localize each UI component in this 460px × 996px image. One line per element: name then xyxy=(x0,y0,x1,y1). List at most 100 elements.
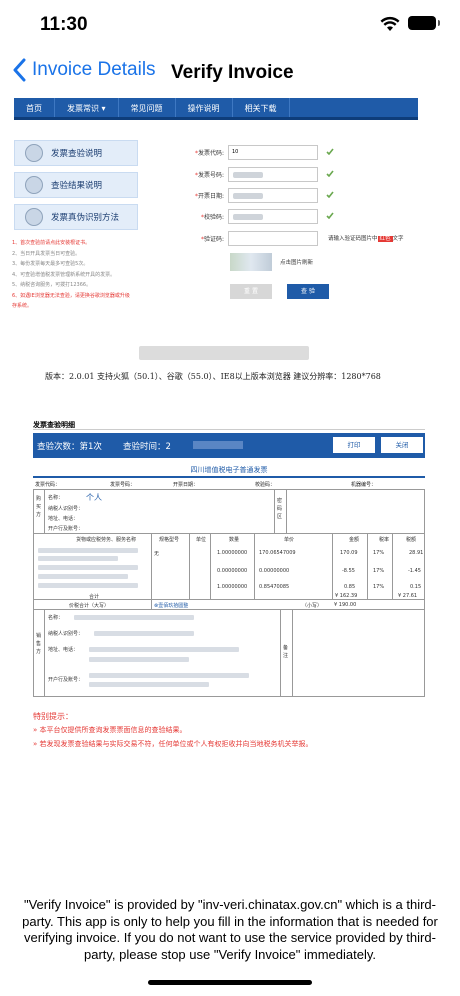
captcha-hint: 请输入验证码图片中 红色 文字 xyxy=(328,236,404,242)
invoice-header-bar: 查验次数：第1次 查验时间：2 打印 关闭 xyxy=(33,433,425,458)
row2-price: 0.00000000 xyxy=(259,568,290,574)
invoice-number-row: *发票号码: xyxy=(172,166,336,182)
print-button[interactable]: 打印 xyxy=(333,437,375,453)
special-tip-item: » 若发现发票查验结果与实际交易不符，任何单位或个人有权拒收并向当地税务机关举报… xyxy=(33,740,313,748)
meta-check: 校验码： xyxy=(255,482,276,488)
menu-downloads[interactable]: 相关下载 xyxy=(233,98,290,117)
row3-rate: 17% xyxy=(373,584,385,590)
row2-qty: 0.00000000 xyxy=(217,568,248,574)
row2-amount: -8.55 xyxy=(342,568,355,574)
check-mark-icon xyxy=(326,148,336,157)
menu-faq[interactable]: 常见问题 xyxy=(119,98,176,117)
invoice-date-label: 开票日期: xyxy=(197,192,224,200)
site-menu: 首页 发票常识 ▾ 常见问题 操作说明 相关下载 xyxy=(14,98,418,120)
sum-value: ¥ 190.00 xyxy=(334,602,357,608)
battery-icon xyxy=(408,16,440,30)
invoice-code-label: 发票代码: xyxy=(197,149,224,157)
check-mark-icon xyxy=(326,170,336,179)
page-title: Verify Invoice xyxy=(171,62,294,83)
verify-webpage: 首页 发票常识 ▾ 常见问题 操作说明 相关下载 发票查验说明 查验结果说明 发… xyxy=(12,96,442,396)
meta-date: 开票日期： xyxy=(173,482,199,488)
captcha-input[interactable] xyxy=(228,230,318,246)
back-button[interactable]: Invoice Details xyxy=(12,58,156,82)
captcha-refresh-tip[interactable]: 点击图片刷新 xyxy=(280,258,313,266)
row1-qty: 1.00000000 xyxy=(217,550,248,556)
check-code-row: *校验码: xyxy=(172,208,336,224)
invoice-number-label: 发票号码: xyxy=(197,171,224,179)
seller-side-label: 销售方 xyxy=(36,633,42,655)
menu-instructions[interactable]: 操作说明 xyxy=(176,98,233,117)
magnifier-icon xyxy=(25,144,43,162)
meta-machine: 机器编号： xyxy=(351,482,377,488)
captcha-image[interactable] xyxy=(230,253,272,271)
authenticity-guide-button[interactable]: 发票真伪识别方法 xyxy=(14,204,138,230)
invoice-code-row: *发票代码: 10 xyxy=(172,144,336,160)
row3-qty: 1.00000000 xyxy=(217,584,248,590)
row3-tax: 0.15 xyxy=(410,584,422,590)
check-button[interactable]: 查 验 xyxy=(287,284,329,299)
row1-rate: 17% xyxy=(373,550,385,556)
row2-tax: -1.45 xyxy=(408,568,421,574)
invoice-code-input[interactable]: 10 xyxy=(228,144,318,160)
captcha-label: 验证码: xyxy=(203,235,224,243)
notes-list: 1、首次查验前请点此安装根证书。 2、当日开具发票当日可查验。 3、每份发票每天… xyxy=(12,238,162,312)
row1-amount: 170.09 xyxy=(340,550,358,556)
check-code-label: 校验码: xyxy=(203,213,224,221)
invoice-date-row: *开票日期: xyxy=(172,187,336,203)
pencil-icon xyxy=(25,176,43,194)
row2-rate: 17% xyxy=(373,568,385,574)
password-area-label: 密码区 xyxy=(277,498,283,520)
reset-button[interactable]: 重 置 xyxy=(230,284,272,299)
row1-tax: 28.91 xyxy=(409,550,424,556)
note-item: 5、纳税咨询服务，可拨打12366。 xyxy=(12,282,92,288)
row1-price: 170.06547009 xyxy=(259,550,296,556)
invoice-subtitle: 四川增值税电子普通发票 xyxy=(190,466,268,474)
verify-guide-label: 发票查验说明 xyxy=(51,149,103,159)
close-button[interactable]: 关闭 xyxy=(381,437,423,453)
result-guide-button[interactable]: 查验结果说明 xyxy=(14,172,138,198)
check-mark-icon xyxy=(326,191,336,200)
menu-invoice-knowledge[interactable]: 发票常识 ▾ xyxy=(55,98,119,117)
third-party-disclaimer: "Verify Invoice" is provided by "inv-ver… xyxy=(22,897,438,962)
note-item: 4、可查验增值税发票管理新系统开具的发票。 xyxy=(12,271,116,278)
note-item[interactable]: 1、首次查验前请点此安装根证书。 xyxy=(12,238,162,249)
invoice-detail: 发票查验明细 查验次数：第1次 查验时间：2 打印 关闭 四川增值税电子普通发票… xyxy=(20,400,440,765)
home-indicator[interactable] xyxy=(148,980,312,985)
chevron-left-icon xyxy=(13,58,26,82)
check-count: 查验次数：第1次 xyxy=(37,442,102,452)
check-code-input[interactable] xyxy=(228,208,318,224)
version-info: 版本：2.0.01 支持火狐（50.1）、谷歌（55.0）、IE8以上版本浏览器… xyxy=(45,372,381,381)
row1-spec: 无 xyxy=(154,551,160,557)
menu-home[interactable]: 首页 xyxy=(14,98,55,117)
note-item: 6、如遇IE浏览器无法查验，请更换谷歌浏览器或升级 xyxy=(12,292,130,299)
buyer-side-label: 购买方 xyxy=(36,496,42,518)
special-tips-title: 特别提示： xyxy=(33,712,73,721)
navigation-bar: Invoice Details Verify Invoice xyxy=(0,52,460,96)
invoice-date-input[interactable] xyxy=(228,187,318,203)
sum-label: 价税合计（大写） xyxy=(69,603,110,609)
authenticity-guide-label: 发票真伪识别方法 xyxy=(51,213,120,223)
row3-price: 0.85470085 xyxy=(259,584,290,590)
captcha-row: *验证码: 请输入验证码图片中 红色 文字 xyxy=(172,230,404,246)
meta-code: 发票代码： xyxy=(35,482,61,488)
invoice-table: 购买方 名称： 个人 纳税人识别号： 地址、电话： 开户行及账号： 密码区 货物… xyxy=(33,489,425,697)
row3-amount: 0.85 xyxy=(344,584,356,590)
invoice-number-input[interactable] xyxy=(228,166,318,182)
status-time: 11:30 xyxy=(40,14,88,35)
remark-label: 备注 xyxy=(283,645,289,659)
buyer-name: 个人 xyxy=(86,493,102,502)
sum-upper: ⊗壹佰玖拾圆整 xyxy=(154,603,189,609)
check-time: 查验时间：2 xyxy=(123,442,171,452)
note-item: 2、当日开具发票当日可查验。 xyxy=(12,250,81,257)
verify-guide-button[interactable]: 发票查验说明 xyxy=(14,140,138,166)
result-guide-label: 查验结果说明 xyxy=(51,181,103,191)
check-mark-icon xyxy=(326,212,336,221)
special-tip-item: » 本平台仅提供所查询发票票面信息的查验结果。 xyxy=(33,726,187,734)
wifi-icon xyxy=(380,16,400,31)
sum-small-label: （小写） xyxy=(302,603,323,609)
note-item: 存系统。 xyxy=(12,303,33,309)
meta-number: 发票号码： xyxy=(110,482,136,488)
blurred-text xyxy=(139,346,309,360)
status-bar: 11:30 xyxy=(0,0,460,50)
note-item: 3、每份发票每天最多可查验5次。 xyxy=(12,261,89,267)
